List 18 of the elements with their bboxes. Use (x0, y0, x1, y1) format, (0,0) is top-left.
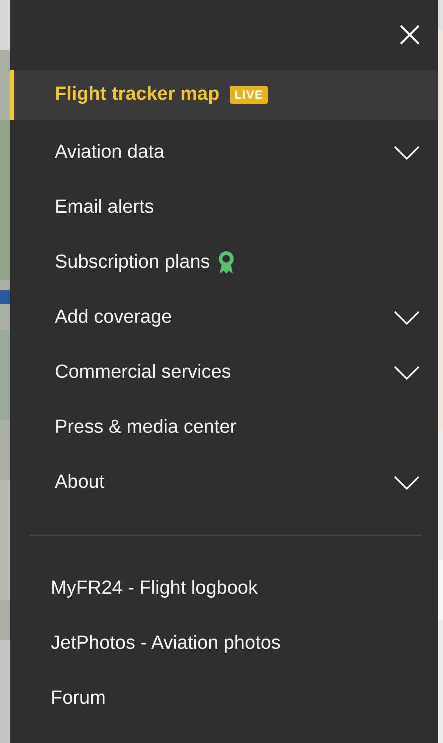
menu-item[interactable]: Commercial services (10, 345, 438, 400)
menu-item[interactable]: Add coverage (10, 290, 438, 345)
menu-item[interactable]: Subscription plans (10, 235, 438, 290)
award-icon (218, 250, 236, 274)
live-badge: LIVE (230, 86, 268, 104)
menu-link[interactable]: Forum (10, 671, 438, 726)
menu-link[interactable]: MyFR24 - Flight logbook (10, 561, 438, 616)
chevron-down-icon (394, 146, 420, 160)
menu-item[interactable]: About (10, 455, 438, 510)
chevron-down-icon (394, 476, 420, 490)
menu-item[interactable]: Email alerts (10, 180, 438, 235)
chevron-down-icon (394, 366, 420, 380)
close-button[interactable] (399, 24, 421, 46)
chevron-down-icon (394, 310, 420, 324)
menu-link[interactable]: JetPhotos - Aviation photos (10, 616, 438, 671)
menu-item[interactable]: Press & media center (10, 400, 438, 455)
menu-item[interactable]: Aviation data (10, 125, 438, 180)
menu-item[interactable]: Flight tracker map LIVE (10, 70, 438, 120)
